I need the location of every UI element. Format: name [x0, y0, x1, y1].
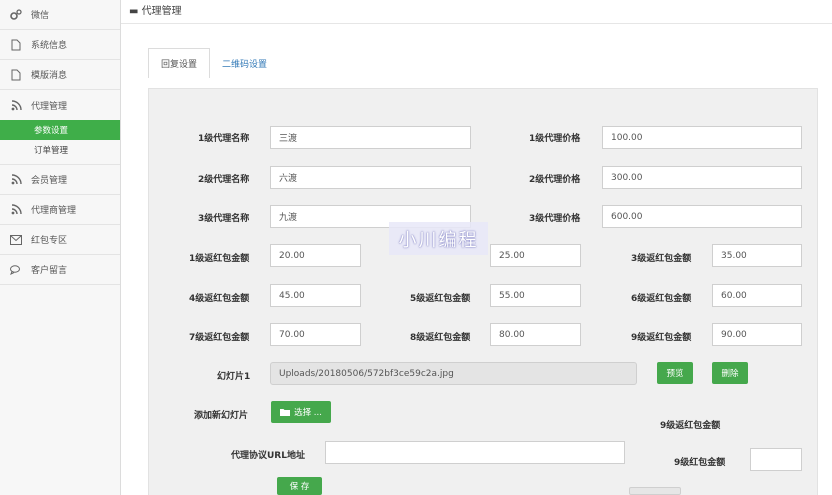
sidebar-item-wechat[interactable]: 微信: [0, 0, 120, 30]
agent-name-2-input[interactable]: 六渡: [270, 166, 471, 189]
agent-name-3-label: 3级代理名称: [198, 214, 250, 224]
redpack-2-input[interactable]: 25.00: [490, 244, 581, 267]
comments-icon: [10, 264, 22, 276]
save-button[interactable]: 保 存: [277, 477, 322, 495]
sidebar-item-agents[interactable]: 代理商管理: [0, 195, 120, 225]
gears-icon: [10, 8, 22, 21]
delete-button[interactable]: 删除: [712, 362, 748, 384]
redpack-7-label: 7级返红包金额: [189, 333, 250, 343]
page-title: ▬ 代理管理: [129, 6, 182, 17]
agent-name-1-label: 1级代理名称: [198, 134, 250, 144]
slide-1-path-input[interactable]: Uploads/20180506/572bf3ce59c2a.jpg: [270, 362, 637, 385]
sidebar-item-label: 模版消息: [31, 71, 68, 81]
rss-icon: [10, 174, 22, 186]
add-slide-label: 添加新幻灯片: [194, 411, 249, 421]
sidebar-item-label: 红包专区: [31, 236, 68, 246]
folder-icon: [280, 408, 291, 416]
redpack-3-input[interactable]: 35.00: [712, 244, 802, 267]
sidebar-submenu: 参数设置 订单管理: [0, 120, 120, 165]
redpack-6-label: 6级返红包金额: [631, 294, 692, 304]
redpack-5-label: 5级返红包金额: [410, 294, 471, 304]
sidebar-item-label: 会员管理: [31, 176, 68, 186]
redpack-1-input[interactable]: 20.00: [270, 244, 361, 267]
sidebar-item-label: 客户留言: [31, 266, 68, 276]
sidebar-item-redpack[interactable]: 红包专区: [0, 225, 120, 255]
file-icon: [10, 69, 22, 81]
redpack-9-input[interactable]: 90.00: [712, 323, 802, 346]
choose-file-button[interactable]: 选择 ...: [271, 401, 331, 423]
rss-icon: [10, 99, 22, 111]
tab-qrcode-settings[interactable]: 二维码设置: [210, 48, 279, 78]
rss-icon: [10, 204, 22, 216]
file-icon: [10, 39, 22, 51]
agent-price-3-input[interactable]: 600.00: [602, 205, 802, 228]
redpack-1-label: 1级返红包金额: [189, 254, 250, 264]
sidebar-item-system-info[interactable]: 系统信息: [0, 30, 120, 60]
sidebar-item-members[interactable]: 会员管理: [0, 165, 120, 195]
sidebar-item-messages[interactable]: 客户留言: [0, 255, 120, 285]
redpack-5-input[interactable]: 55.00: [490, 284, 581, 307]
sidebar-item-template-msg[interactable]: 模版消息: [0, 60, 120, 90]
redpack-9-label: 9级返红包金额: [631, 333, 692, 343]
sidebar-item-agent-mgmt[interactable]: 代理管理: [0, 90, 120, 120]
choose-file-label: 选择 ...: [294, 408, 322, 418]
agreement-url-input[interactable]: [325, 441, 625, 464]
sidebar-subitem-orders[interactable]: 订单管理: [0, 140, 120, 160]
sidebar-item-label: 代理管理: [31, 101, 68, 112]
redpack-9-extra-input[interactable]: [750, 448, 802, 471]
agreement-url-label: 代理协议URL地址: [231, 451, 305, 461]
secondary-button[interactable]: [629, 487, 681, 495]
redpack-8-label: 8级返红包金额: [410, 333, 471, 343]
agent-price-3-label: 3级代理价格: [529, 214, 581, 224]
watermark: 小川编程: [389, 222, 488, 255]
sidebar-item-label: 系统信息: [31, 41, 68, 51]
redpack-4-label: 4级返红包金额: [189, 294, 250, 304]
slide-1-label: 幻灯片1: [217, 372, 251, 382]
agent-price-2-input[interactable]: 300.00: [602, 166, 802, 189]
sidebar-item-label: 微信: [31, 11, 50, 21]
redpack-9-extra-label: 9级返红包金额: [660, 421, 721, 431]
sidebar-subitem-params[interactable]: 参数设置: [0, 120, 120, 140]
mail-icon: [10, 234, 22, 246]
redpack-7-input[interactable]: 70.00: [270, 323, 361, 346]
agent-price-1-input[interactable]: 100.00: [602, 126, 802, 149]
tab-reply-settings[interactable]: 回复设置: [148, 48, 211, 78]
sidebar: 微信 系统信息 模版消息 代理管理 参数设置 订单管理 会员管理 代理商管理 红…: [0, 0, 121, 495]
redpack-6-input[interactable]: 60.00: [712, 284, 802, 307]
agent-name-1-input[interactable]: 三渡: [270, 126, 471, 149]
redpack-8-input[interactable]: 80.00: [490, 323, 581, 346]
header-bar: ▬ 代理管理: [121, 0, 832, 24]
sidebar-item-label: 代理商管理: [31, 206, 77, 216]
agent-price-1-label: 1级代理价格: [529, 134, 581, 144]
redpack-3-label: 3级返红包金额: [631, 254, 692, 264]
redpack-9-extra-label-b: 9级红包金额: [674, 458, 726, 468]
agent-price-2-label: 2级代理价格: [529, 175, 581, 185]
redpack-4-input[interactable]: 45.00: [270, 284, 361, 307]
tab-bar: 回复设置 二维码设置: [148, 48, 279, 78]
preview-button[interactable]: 预览: [657, 362, 693, 384]
agent-name-2-label: 2级代理名称: [198, 175, 250, 185]
